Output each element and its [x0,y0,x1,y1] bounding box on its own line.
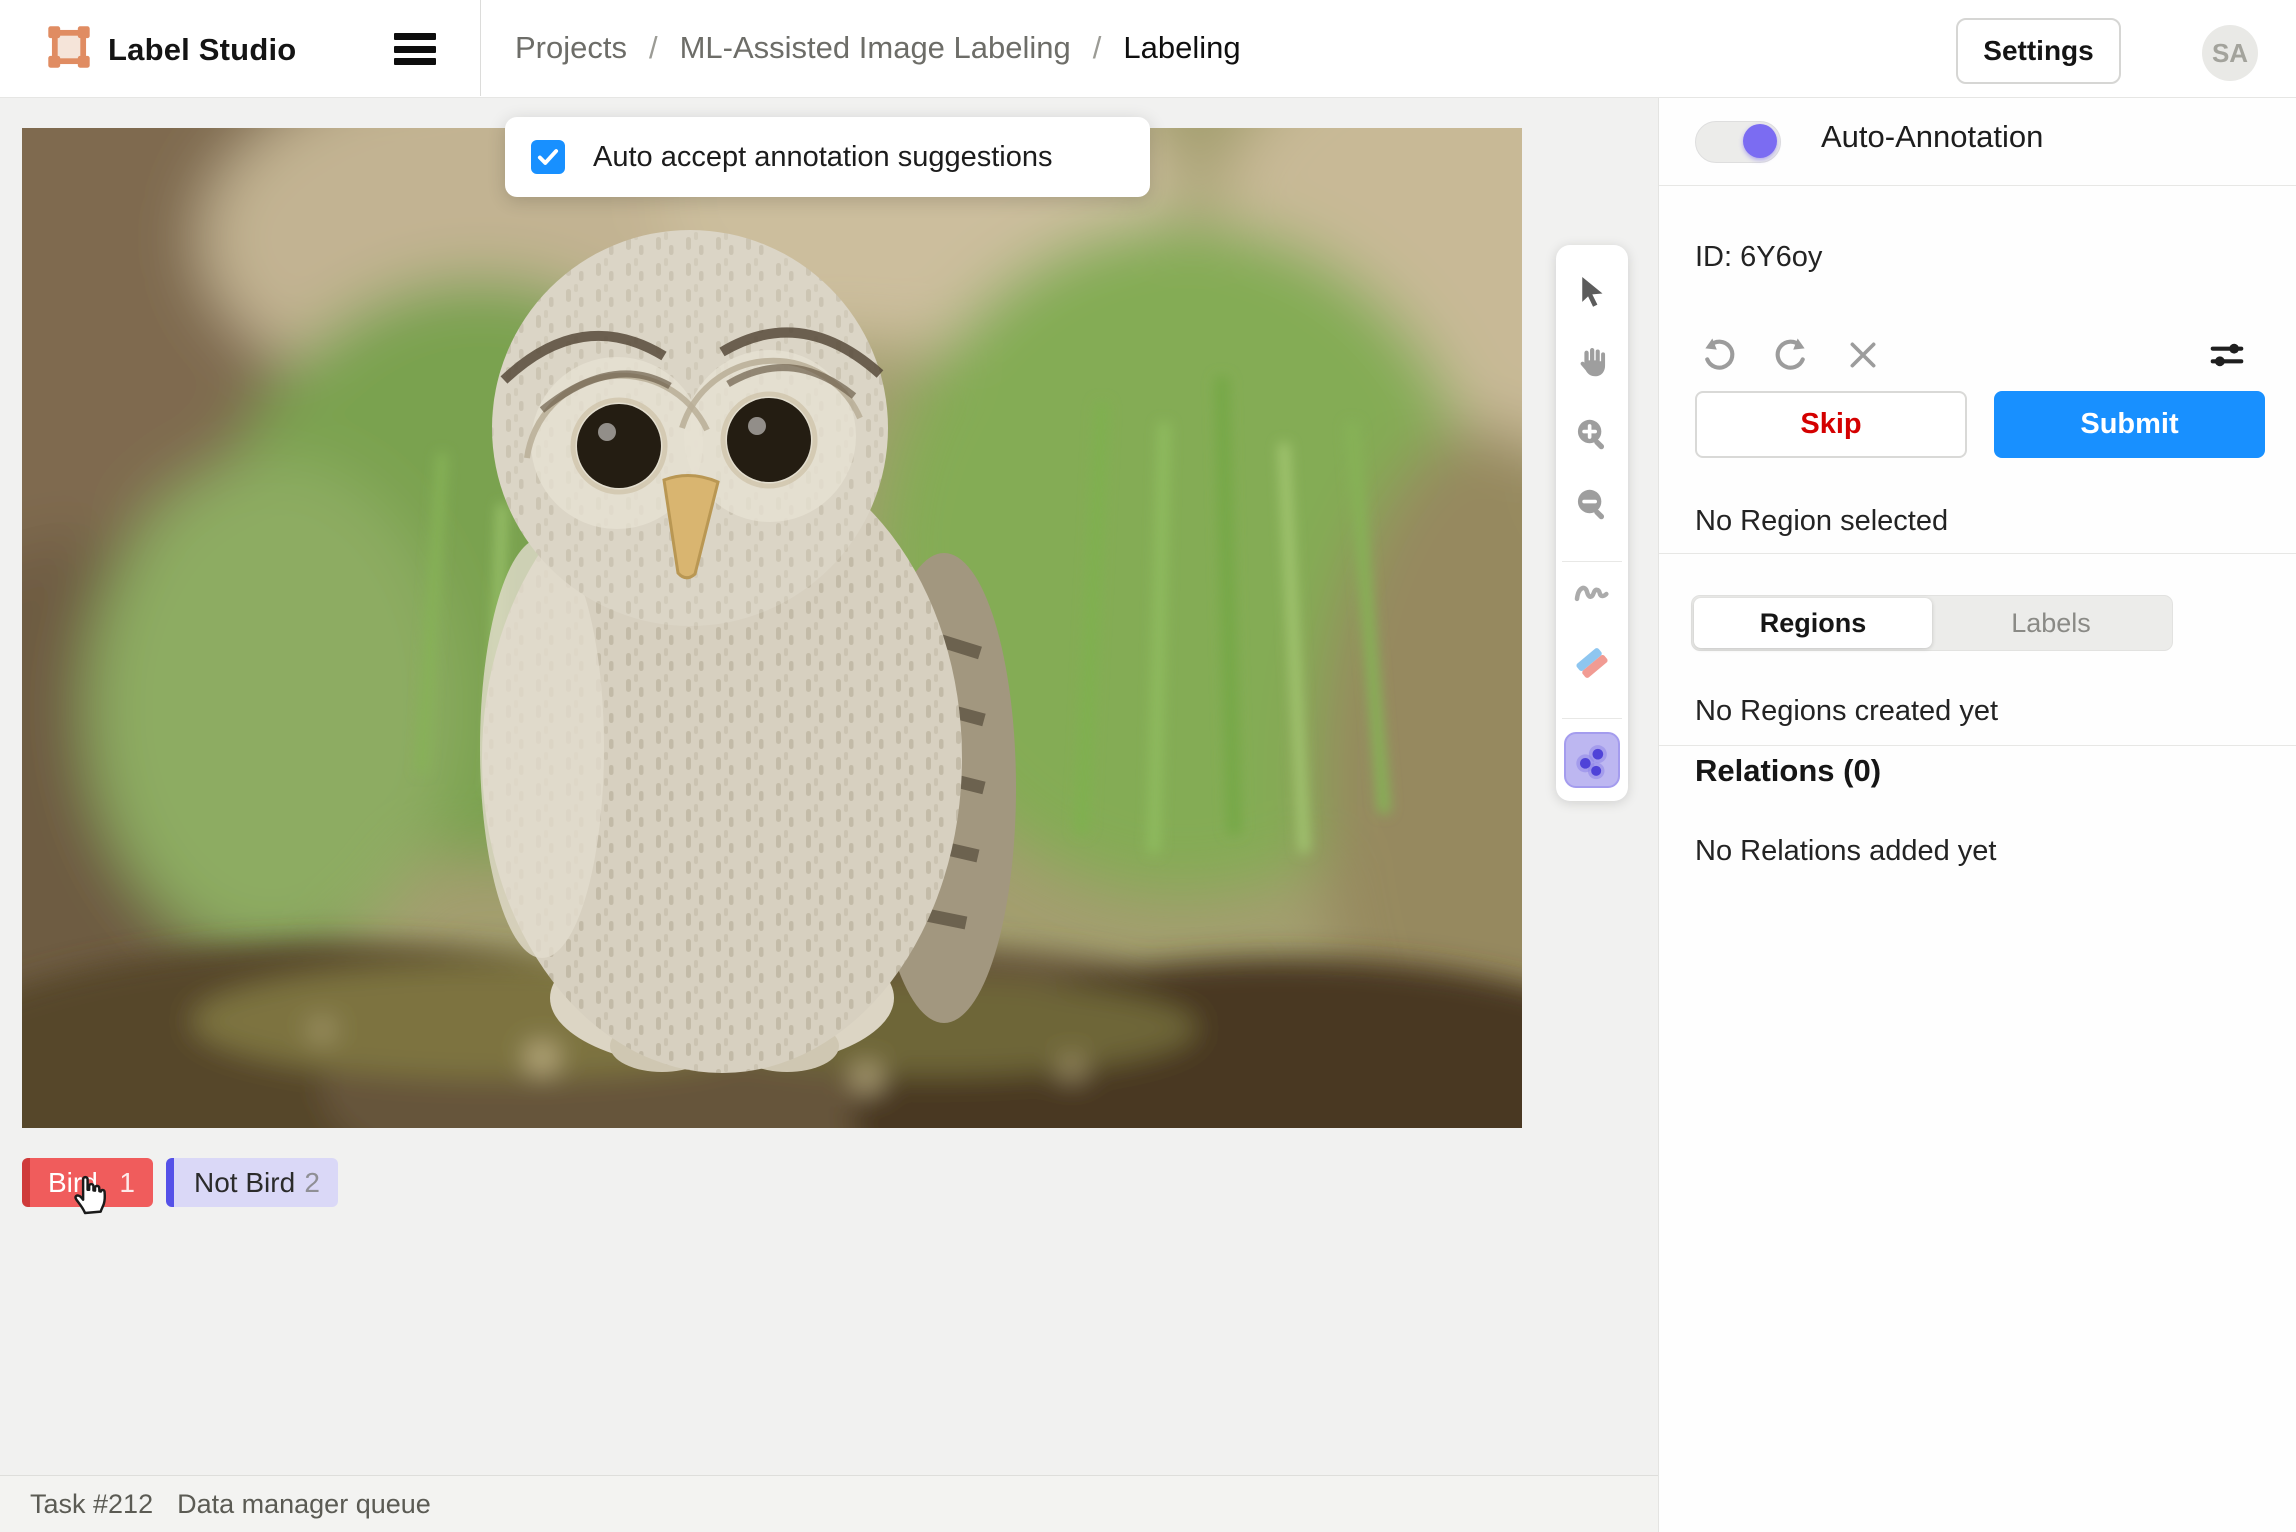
breadcrumb-projects[interactable]: Projects [515,30,627,66]
zoom-out-tool-icon[interactable] [1570,483,1614,527]
auto-accept-checkbox[interactable] [531,140,565,174]
toggle-knob [1743,124,1777,158]
task-number: Task #212 [30,1489,153,1520]
sidebar-divider [1659,553,2296,554]
top-bar: Label Studio Projects / ML-Assisted Imag… [0,0,2296,98]
pan-tool-icon[interactable] [1570,340,1614,384]
breadcrumb: Projects / ML-Assisted Image Labeling / … [515,0,1241,96]
header-divider [480,0,481,96]
label-chips: Bird 1 Not Bird 2 [22,1158,338,1207]
move-tool-icon[interactable] [1570,270,1614,314]
auto-annotation-toggle[interactable] [1695,121,1781,163]
brush-tool-icon[interactable] [1570,571,1614,615]
auto-annotation-label: Auto-Annotation [1821,119,2043,155]
view-settings-sliders-icon[interactable] [2207,335,2247,375]
settings-button[interactable]: Settings [1956,18,2121,84]
status-bar: Task #212 Data manager queue [0,1475,1658,1532]
magic-wand-tool-icon[interactable] [1564,732,1620,788]
redo-icon[interactable] [1771,335,1811,375]
auto-annotation-row: Auto-Annotation [1659,97,2296,186]
reset-icon[interactable] [1843,335,1883,375]
labeling-workspace: Auto accept annotation suggestions [0,97,1658,1532]
menu-hamburger-icon[interactable] [394,33,436,65]
regions-empty-text: No Regions created yet [1695,695,1998,728]
user-avatar[interactable]: SA [2202,25,2258,81]
undo-icon[interactable] [1699,335,1739,375]
auto-accept-label[interactable]: Auto accept annotation suggestions [593,141,1053,174]
app-logo[interactable]: Label Studio [46,24,296,75]
breadcrumb-project-name[interactable]: ML-Assisted Image Labeling [680,30,1071,66]
task-image-owl[interactable] [22,128,1522,1128]
hotkey-badge: 1 [119,1167,135,1199]
region-status-text: No Region selected [1695,505,1948,538]
label-studio-app: Label Studio Projects / ML-Assisted Imag… [0,0,2296,1532]
zoom-in-tool-icon[interactable] [1570,413,1614,457]
toolbar-divider [1562,718,1622,719]
app-title: Label Studio [108,32,296,68]
tab-regions[interactable]: Regions [1694,598,1932,648]
label-chip-bird[interactable]: Bird 1 [22,1158,153,1207]
tab-labels[interactable]: Labels [1932,598,2170,648]
tool-palette [1556,245,1628,801]
toolbar-divider [1562,561,1622,562]
label-studio-logo-icon [46,24,92,75]
regions-labels-tabs: Regions Labels [1691,595,2173,651]
breadcrumb-labeling: Labeling [1123,30,1240,66]
relations-heading: Relations (0) [1695,753,1881,789]
hotkey-badge: 2 [304,1167,320,1199]
annotation-id: ID: 6Y6oy [1695,241,1822,274]
eraser-tool-icon[interactable] [1570,641,1614,685]
submit-button[interactable]: Submit [1994,391,2265,458]
history-controls [1659,335,2296,379]
relations-empty-text: No Relations added yet [1695,835,1996,868]
annotation-sidebar: Auto-Annotation ID: 6Y6oy [1658,97,2296,1532]
sidebar-divider [1659,745,2296,746]
skip-button[interactable]: Skip [1695,391,1967,458]
auto-accept-panel: Auto accept annotation suggestions [505,117,1150,197]
queue-name: Data manager queue [177,1489,431,1520]
label-chip-not-bird[interactable]: Not Bird 2 [166,1158,338,1207]
